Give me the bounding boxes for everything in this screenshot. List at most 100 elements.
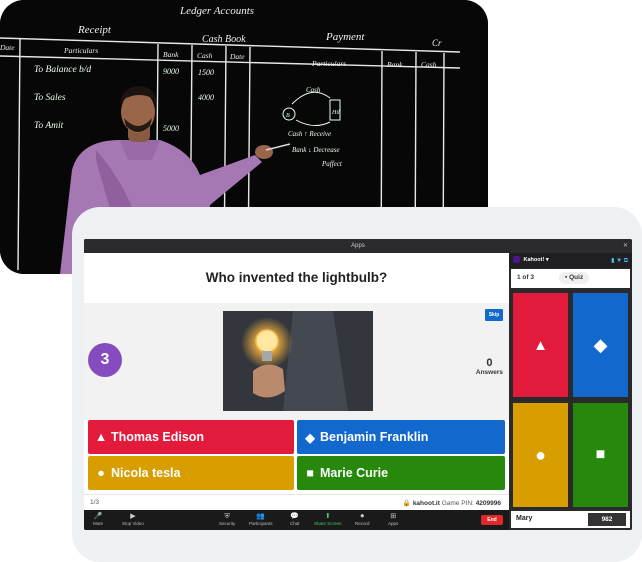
question-progress: 1/3 <box>90 499 100 506</box>
apps-label: Apps <box>388 521 399 526</box>
row-2-cash: 4000 <box>198 93 214 102</box>
chat-button[interactable]: 💬 Chat <box>290 512 300 526</box>
site-name: kahoot.it <box>412 500 440 507</box>
game-info-bar: 1/3 🔒 kahoot.it Game PIN: 4209996 <box>84 494 509 510</box>
kahoot-app-name: Kahoot! <box>523 256 545 263</box>
stop-video-label: Stop Video <box>122 521 144 526</box>
answer-tile-diamond[interactable]: ◆ <box>573 293 628 397</box>
row-2-particulars: To Sales <box>34 93 66 103</box>
chat-icon: 💬 <box>290 513 300 520</box>
stage: Ledger Accounts Receipt Cash Book Paymen… <box>0 0 642 562</box>
square-icon: ■ <box>306 466 314 480</box>
zoom-window: Apps ✕ Who invented the lightbulb? 3 Ski… <box>84 239 632 530</box>
col-particulars: Particulars <box>63 46 98 55</box>
lightbulb-image <box>223 311 373 411</box>
chevron-down-icon: ▾ <box>545 256 549 263</box>
participants-label: Participants <box>249 521 273 526</box>
question-area: 3 Skip 0 Answers <box>84 303 509 420</box>
security-button[interactable]: ⛨ Security <box>219 512 235 526</box>
shield-icon: ⛨ <box>224 513 230 520</box>
circle-icon: ● <box>97 466 105 480</box>
diagram-left: B <box>286 113 290 119</box>
col-cash: Cash <box>197 51 213 60</box>
diagram-note-1: Cash ↑ Receive <box>288 130 331 138</box>
stop-video-button[interactable]: ▶ Stop Video <box>122 512 144 526</box>
mute-button[interactable]: 🎤 Mute <box>93 512 103 526</box>
question-bar: Who invented the lightbulb? <box>84 253 509 303</box>
mute-label: Mute <box>93 521 104 526</box>
share-screen-icon: ⬆ <box>324 513 331 520</box>
payment-label: Payment <box>325 31 365 43</box>
participants-button[interactable]: 👥 Participants <box>249 512 273 526</box>
col-bank-2: Bank <box>387 60 403 69</box>
answer-label-3: Nicola tesla <box>111 466 181 480</box>
player-bar: Mary 982 <box>511 511 630 528</box>
answers-label: Answers <box>475 369 503 376</box>
kahoot-host-screen: Who invented the lightbulb? 3 Skip 0 Ans… <box>84 253 509 510</box>
lock-icon: 🔒 <box>402 500 411 507</box>
record-button[interactable]: ⏺ Record <box>355 512 370 526</box>
game-pin: 4209996 <box>475 500 501 507</box>
record-icon: ⏺ <box>360 513 365 520</box>
cr-label: Cr <box>432 38 442 48</box>
panel-subheader: 1 of 3 ▪ Quiz <box>511 269 630 288</box>
answer-tile-square[interactable]: ■ <box>573 403 628 507</box>
close-icon[interactable]: ✕ <box>623 239 628 253</box>
triangle-icon: ▲ <box>533 336 548 354</box>
filter-icon[interactable]: ▼ <box>616 258 622 264</box>
answer-label-2: Benjamin Franklin <box>320 430 429 444</box>
game-pin-info: 🔒 kahoot.it Game PIN: 4209996 <box>403 499 501 507</box>
row-3-bank: 5000 <box>163 124 179 133</box>
question-text: Who invented the lightbulb? <box>205 270 388 285</box>
row-1-cash: 1500 <box>198 68 214 77</box>
panel-actions[interactable]: ▮ ▼ ⧉ <box>611 257 628 265</box>
panel-header: Kahoot! ▾ ▮ ▼ ⧉ <box>509 253 632 268</box>
answer-option-2[interactable]: ◆ Benjamin Franklin <box>297 420 505 454</box>
quiz-label: Quiz <box>569 274 584 281</box>
security-label: Security <box>219 521 236 526</box>
kahoot-app-selector[interactable]: Kahoot! ▾ <box>513 256 549 263</box>
answers-count: 0 <box>486 357 493 369</box>
popout-icon[interactable]: ⧉ <box>624 258 628 264</box>
answer-option-4[interactable]: ■ Marie Curie <box>297 456 505 490</box>
diamond-icon: ◆ <box>305 430 315 445</box>
kahoot-app-panel: Kahoot! ▾ ▮ ▼ ⧉ 1 of 3 ▪ Quiz ▲ ◆ ● ■ Ma… <box>509 253 632 530</box>
participants-icon: 👥 <box>256 513 266 520</box>
player-score: 982 <box>588 513 626 526</box>
diagram-top: Cash <box>306 86 321 94</box>
answer-tile-circle[interactable]: ● <box>513 403 568 507</box>
answer-option-3[interactable]: ● Nicola tesla <box>88 456 294 490</box>
answer-tile-triangle[interactable]: ▲ <box>513 293 568 397</box>
share-screen-button[interactable]: ⬆ Share Screen <box>314 512 342 526</box>
quiz-badge: ▪ Quiz <box>559 272 590 284</box>
col-date: Date <box>0 43 15 52</box>
col-bank: Bank <box>163 50 179 59</box>
game-pin-label: Game PIN: <box>441 500 474 507</box>
apps-icon: ⊞ <box>390 513 397 520</box>
row-1-particulars: To Balance b/d <box>34 65 91 75</box>
board-heading: Ledger Accounts <box>179 5 254 17</box>
receipt-label: Receipt <box>77 24 112 36</box>
player-name: Mary <box>516 515 533 522</box>
skip-button[interactable]: Skip <box>485 309 503 321</box>
apps-button[interactable]: ⊞ Apps <box>388 512 398 526</box>
col-cash-2: Cash <box>421 60 437 69</box>
record-label: Record <box>355 521 370 526</box>
video-icon[interactable]: ▮ <box>611 258 614 264</box>
question-index: 1 of 3 <box>517 274 534 281</box>
chat-label: Chat <box>290 521 300 526</box>
share-screen-label: Share Screen <box>314 521 342 526</box>
window-title: Apps <box>351 243 365 249</box>
diagram-right: Hil <box>331 110 340 116</box>
answer-label-4: Marie Curie <box>320 466 389 480</box>
answer-option-1[interactable]: ▲ Thomas Edison <box>88 420 294 454</box>
diagram-note-2: Bank ↓ Decrease <box>292 146 340 154</box>
answers-counter: 0 Answers <box>476 357 503 376</box>
countdown-timer: 3 <box>88 343 122 377</box>
microphone-icon: 🎤 <box>93 513 103 520</box>
col-particulars-2: Particulars <box>311 59 346 68</box>
end-meeting-button[interactable]: End <box>481 515 503 525</box>
video-camera-icon: ▶ <box>130 513 136 520</box>
row-3-particulars: To Amit <box>34 121 64 131</box>
cash-book-label: Cash Book <box>202 34 246 45</box>
